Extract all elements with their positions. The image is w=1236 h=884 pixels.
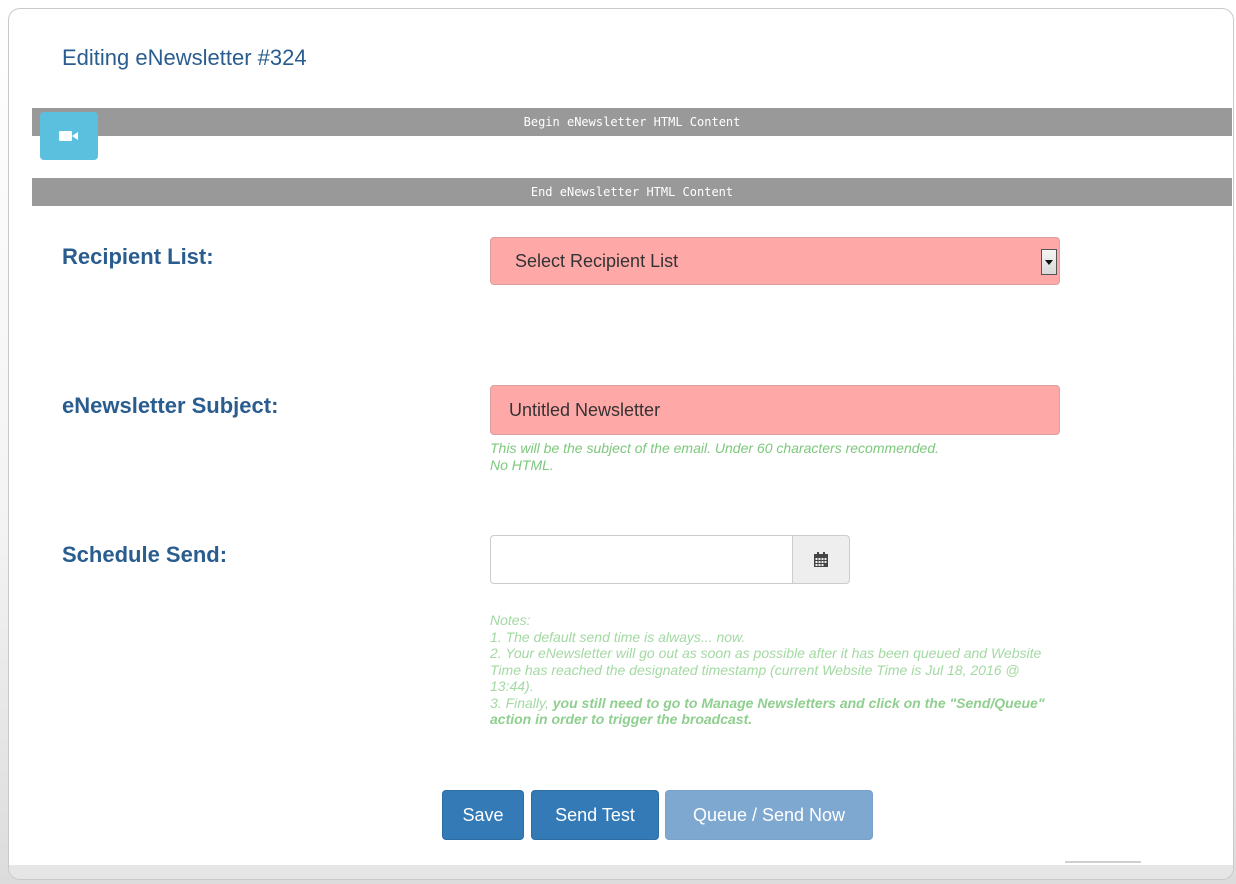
divider (1065, 861, 1141, 863)
notes-line1: 1. The default send time is always... no… (490, 628, 746, 645)
editor-panel: Editing eNewsletter #324 Begin eNewslett… (8, 8, 1234, 880)
recipient-list-selected-value: Select Recipient List (515, 250, 679, 271)
subject-label: eNewsletter Subject: (62, 393, 279, 418)
save-button[interactable]: Save (442, 790, 524, 840)
send-test-button[interactable]: Send Test (531, 790, 659, 840)
end-content-bar: End eNewsletter HTML Content (32, 178, 1232, 206)
calendar-button[interactable] (792, 535, 850, 584)
dropdown-arrow-icon[interactable] (1041, 249, 1057, 275)
schedule-notes: Notes: 1. The default send time is alway… (490, 612, 1050, 728)
begin-content-label: Begin eNewsletter HTML Content (523, 115, 741, 129)
schedule-date-input[interactable] (490, 535, 793, 584)
calendar-icon (814, 551, 828, 567)
recipient-list-label: Recipient List: (62, 244, 214, 269)
video-camera-icon (59, 131, 78, 141)
recipient-list-select[interactable]: Select Recipient List (490, 237, 1060, 285)
schedule-send-label: Schedule Send: (62, 542, 228, 567)
begin-content-bar: Begin eNewsletter HTML Content (32, 108, 1232, 136)
notes-line3: 3. Finally, you still need to go to Mana… (490, 695, 1050, 728)
subject-help-text: This will be the subject of the email. U… (490, 440, 939, 474)
panel-footer (9, 865, 1233, 879)
notes-heading: Notes: (490, 612, 531, 628)
queue-send-now-button[interactable]: Queue / Send Now (665, 790, 873, 840)
notes-line3-emphasis: you still need to go to Manage Newslette… (490, 694, 1045, 728)
notes-line3-prefix: 3. Finally, (490, 694, 553, 711)
subject-input[interactable] (490, 385, 1060, 435)
end-content-label: End eNewsletter HTML Content (530, 185, 734, 199)
subject-help-line2: No HTML. (490, 457, 554, 473)
subject-help-line1: This will be the subject of the email. U… (490, 440, 939, 456)
notes-line2: 2. Your eNewsletter will go out as soon … (490, 645, 1042, 694)
page-title: Editing eNewsletter #324 (62, 45, 307, 70)
video-button[interactable] (40, 112, 98, 160)
